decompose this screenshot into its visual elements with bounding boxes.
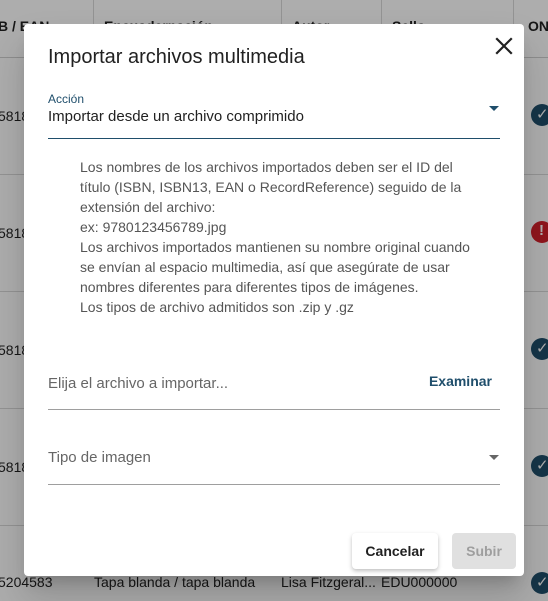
dialog-actions: Cancelar Subir xyxy=(24,532,524,570)
dropdown-arrow-icon xyxy=(489,106,499,111)
dialog-title: Importar archivos multimedia xyxy=(48,46,305,68)
instruction-line: título (ISBN, ISBN13, EAN o RecordRefere… xyxy=(80,179,462,195)
import-instructions: Los nombres de los archivos importados d… xyxy=(80,157,500,317)
submit-button[interactable]: Subir xyxy=(452,533,516,569)
instruction-line: Los archivos importados mantienen su nom… xyxy=(80,239,470,255)
action-select-label: Acción xyxy=(48,92,85,106)
action-select[interactable]: Acción Importar desde un archivo comprim… xyxy=(48,92,500,139)
instruction-line: se envían al espacio multimedia, así que… xyxy=(80,259,450,275)
instruction-line: Los tipos de archivo admitidos son .zip … xyxy=(80,299,354,315)
image-type-placeholder: Tipo de imagen xyxy=(48,449,151,466)
file-input-placeholder: Elija el archivo a importar... xyxy=(48,375,229,392)
instruction-line: extensión del archivo: xyxy=(80,199,216,215)
image-type-select[interactable]: Tipo de imagen xyxy=(48,436,500,485)
dropdown-arrow-icon xyxy=(489,455,499,460)
close-icon[interactable] xyxy=(492,34,516,58)
instruction-line: ex: 9780123456789.jpg xyxy=(80,219,227,235)
instruction-line: Los nombres de los archivos importados d… xyxy=(80,159,453,175)
import-media-dialog: Importar archivos multimedia Acción Impo… xyxy=(24,24,524,576)
instruction-line: nombres diferentes para diferentes tipos… xyxy=(80,279,419,295)
cancel-button[interactable]: Cancelar xyxy=(352,533,438,569)
browse-button[interactable]: Examinar xyxy=(429,373,492,389)
file-input[interactable]: Elija el archivo a importar... Examinar xyxy=(48,360,500,410)
action-select-value: Importar desde un archivo comprimido xyxy=(48,108,304,125)
